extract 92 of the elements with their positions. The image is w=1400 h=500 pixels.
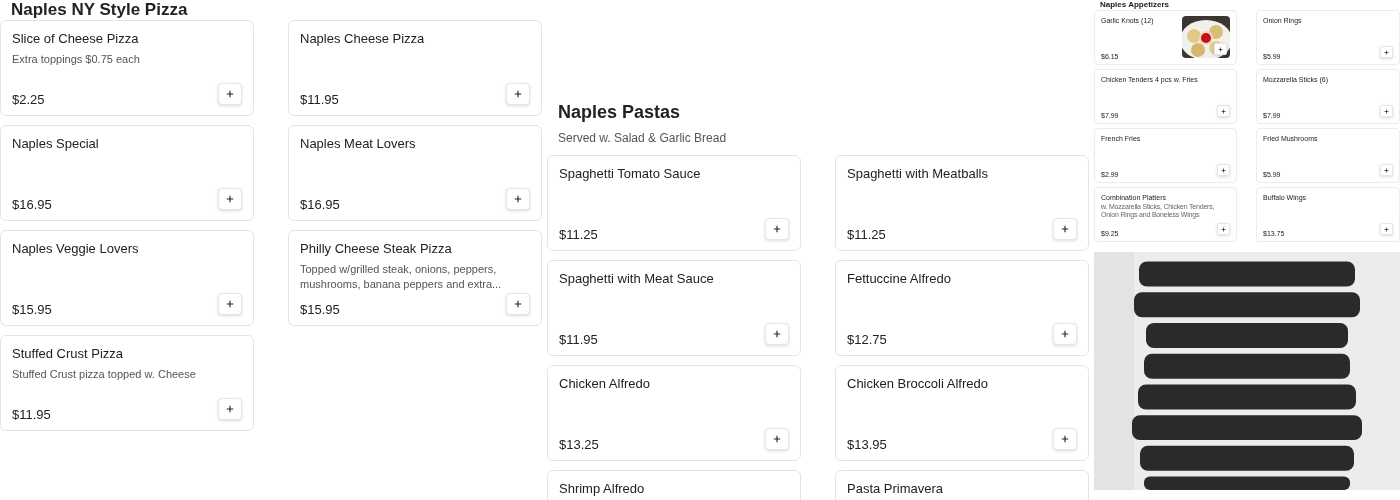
menu-item-card[interactable]: Fettuccine Alfredo $12.75 xyxy=(835,260,1089,356)
item-name: Pasta Primavera xyxy=(847,481,945,497)
plus-icon xyxy=(226,405,234,413)
add-button[interactable] xyxy=(1053,323,1077,345)
item-price: $13.95 xyxy=(847,437,887,452)
plus-icon xyxy=(1384,108,1389,114)
item-price: $15.95 xyxy=(300,302,340,317)
item-price: $11.25 xyxy=(559,227,598,242)
item-name: Fettuccine Alfredo xyxy=(847,271,953,287)
item-price: $16.95 xyxy=(12,197,52,212)
plus-icon xyxy=(773,330,781,338)
item-price: $11.95 xyxy=(559,332,598,347)
add-button[interactable] xyxy=(1217,164,1230,176)
plus-icon xyxy=(514,195,522,203)
menu-item-card[interactable]: Naples Special $16.95 xyxy=(0,125,254,221)
item-name: Stuffed Crust Pizza xyxy=(12,346,125,362)
plus-icon xyxy=(773,225,781,233)
menu-item-card[interactable]: Spaghetti with Meat Sauce $11.95 xyxy=(547,260,801,356)
add-button[interactable] xyxy=(1380,46,1393,58)
menu-item-card[interactable]: Slice of Cheese Pizza Extra toppings $0.75 each $2.25 xyxy=(0,20,254,116)
menu-item-card[interactable]: Naples Meat Lovers $16.95 xyxy=(288,125,542,221)
plus-icon xyxy=(1061,330,1069,338)
add-button[interactable] xyxy=(506,293,530,315)
section-subtitle: Served w. Salad & Garlic Bread xyxy=(558,131,728,145)
add-button[interactable] xyxy=(1217,105,1230,117)
item-price: $11.95 xyxy=(300,92,339,107)
item-name: Shrimp Alfredo xyxy=(559,481,646,497)
plus-icon xyxy=(226,300,234,308)
add-button[interactable] xyxy=(506,188,530,210)
plus-icon xyxy=(1384,49,1389,55)
plus-icon xyxy=(514,90,522,98)
plus-icon xyxy=(1384,226,1389,232)
item-price: $15.95 xyxy=(12,302,52,317)
menu-item-card[interactable]: Chicken Broccoli Alfredo $13.95 xyxy=(835,365,1089,461)
plus-icon xyxy=(226,195,234,203)
item-name: Slice of Cheese Pizza xyxy=(12,31,140,47)
item-name: Naples Special xyxy=(12,136,100,152)
menu-item-card[interactable]: Naples Cheese Pizza $11.95 xyxy=(288,20,542,116)
item-name: Naples Veggie Lovers xyxy=(12,241,140,257)
plus-icon xyxy=(514,300,522,308)
menu-item-card[interactable]: Spaghetti with Meatballs $11.25 xyxy=(835,155,1089,251)
menu-item-card[interactable]: Stuffed Crust Pizza Stuffed Crust pizza topped w. Cheese $11.95 xyxy=(0,335,254,431)
item-name: Philly Cheese Steak Pizza xyxy=(300,241,453,257)
plus-icon xyxy=(1221,226,1226,232)
item-name: Spaghetti with Meatballs xyxy=(847,166,989,182)
add-button[interactable] xyxy=(506,83,530,105)
add-button[interactable] xyxy=(1380,105,1393,117)
add-button[interactable] xyxy=(765,218,789,240)
item-description: Stuffed Crust pizza topped w. Cheese xyxy=(12,367,197,382)
plus-icon xyxy=(1061,435,1069,443)
plus-icon xyxy=(1218,46,1223,52)
item-price: $11.25 xyxy=(847,227,886,242)
plus-icon xyxy=(1221,108,1226,114)
menu-item-card[interactable]: Spaghetti Tomato Sauce $11.25 xyxy=(547,155,801,251)
section-title: Naples Pastas xyxy=(558,101,682,124)
item-price: $11.95 xyxy=(12,407,51,422)
section-title: Naples Appetizers xyxy=(1100,0,1171,10)
add-button[interactable] xyxy=(1217,223,1230,235)
plus-icon xyxy=(773,435,781,443)
add-button[interactable] xyxy=(1053,428,1077,450)
menu-item-card[interactable]: Chicken Alfredo $13.25 xyxy=(547,365,801,461)
item-price: $12.75 xyxy=(847,332,887,347)
plus-icon xyxy=(226,90,234,98)
plus-icon xyxy=(1061,225,1069,233)
add-button[interactable] xyxy=(218,293,242,315)
menu-item-card[interactable]: Pasta Primavera xyxy=(835,470,1089,500)
item-price: $13.25 xyxy=(559,437,599,452)
item-price: $16.95 xyxy=(300,197,340,212)
add-button[interactable] xyxy=(218,83,242,105)
add-button[interactable] xyxy=(218,398,242,420)
add-button[interactable] xyxy=(765,323,789,345)
add-button[interactable] xyxy=(1053,218,1077,240)
item-description: Topped w/grilled steak, onions, peppers, mushrooms, banana peppers and extra... xyxy=(300,262,503,292)
plus-icon xyxy=(1221,167,1226,173)
item-price: $2.25 xyxy=(12,92,45,107)
menu-item-card[interactable]: Shrimp Alfredo xyxy=(547,470,801,500)
item-name: Spaghetti Tomato Sauce xyxy=(559,166,702,182)
item-name: Chicken Alfredo xyxy=(559,376,652,392)
item-name: Chicken Broccoli Alfredo xyxy=(847,376,989,392)
item-name: Naples Meat Lovers xyxy=(300,136,417,152)
add-button[interactable] xyxy=(765,428,789,450)
item-name: Spaghetti with Meat Sauce xyxy=(559,271,715,287)
section-title: Naples NY Style Pizza xyxy=(11,0,189,20)
add-button[interactable] xyxy=(1380,223,1393,235)
item-description: Extra toppings $0.75 each xyxy=(12,52,141,67)
plus-icon xyxy=(1384,167,1389,173)
add-button[interactable] xyxy=(218,188,242,210)
menu-item-card[interactable]: Naples Veggie Lovers $15.95 xyxy=(0,230,254,326)
menu-item-card[interactable]: Philly Cheese Steak Pizza Topped w/grilled steak, onions, peppers, mushrooms, banana peppers and extra... $15.95 xyxy=(288,230,542,326)
add-button[interactable] xyxy=(1380,164,1393,176)
item-name: Naples Cheese Pizza xyxy=(300,31,426,47)
add-button[interactable] xyxy=(1214,43,1227,55)
